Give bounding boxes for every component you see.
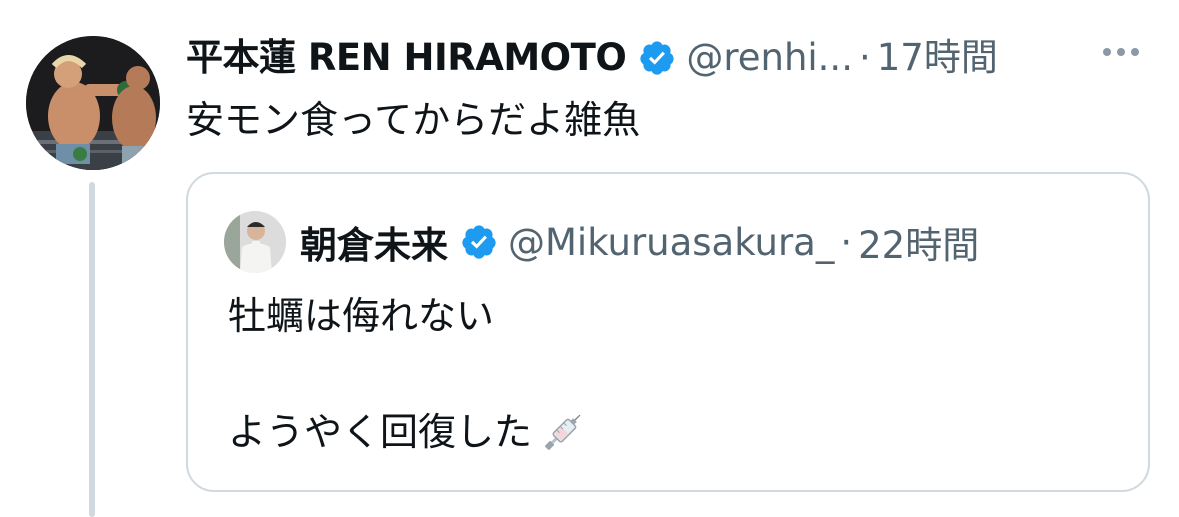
quoted-tweet-text-line2-row: ようやく回復した [228,402,588,462]
handle[interactable]: @renhi... [686,30,853,86]
syringe-icon [545,414,581,450]
separator: · [858,36,871,79]
thread-line [89,182,95,517]
quoted-tweet-text-line2: ようやく回復した [228,410,533,454]
avatar[interactable] [26,36,160,170]
quoted-display-name[interactable]: 朝倉未来 [300,215,448,269]
timestamp[interactable]: 17時間 [877,30,998,86]
avatar-photo [26,36,160,170]
display-name[interactable]: 平本蓮 REN HIRAMOTO [186,30,627,86]
quoted-timestamp[interactable]: 22時間 [858,215,979,269]
verified-badge-icon [640,41,674,75]
verified-badge-icon [462,225,496,259]
quoted-tweet-header: 朝倉未来 @Mikuruasakura_ · 22時間 [224,210,979,274]
quoted-handle[interactable]: @Mikuruasakura_ [508,221,834,264]
more-horizontal-icon[interactable] [1103,48,1139,56]
tweet-text: 安モン食ってからだよ雑魚 [186,98,641,142]
quoted-separator: · [840,220,853,264]
tweet[interactable]: 平本蓮 REN HIRAMOTO @renhi... · 17時間 安モン食って… [0,0,1179,517]
quoted-avatar [224,211,286,273]
tweet-header: 平本蓮 REN HIRAMOTO @renhi... · 17時間 [186,30,998,86]
quoted-avatar-photo [224,211,286,273]
quoted-tweet[interactable]: 朝倉未来 @Mikuruasakura_ · 22時間 牡蠣は侮れない ようやく… [186,172,1150,492]
quoted-tweet-text-line1: 牡蠣は侮れない [228,294,495,338]
